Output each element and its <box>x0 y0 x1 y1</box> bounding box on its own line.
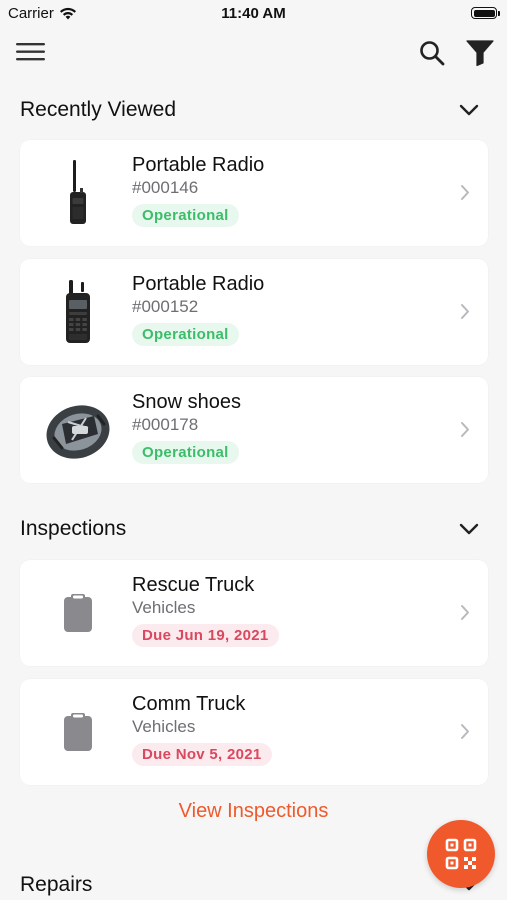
asset-name: Portable Radio <box>132 273 265 295</box>
section-title-inspections: Inspections <box>20 517 127 540</box>
filter-icon[interactable] <box>466 40 494 66</box>
inspection-category: Vehicles <box>132 598 196 617</box>
portable-radio-image <box>66 280 90 343</box>
chevron-right-icon <box>461 605 469 620</box>
chevron-right-icon <box>461 724 469 739</box>
inspection-thumbnail <box>38 692 118 772</box>
snow-shoe-image <box>46 405 110 459</box>
top-nav <box>0 30 507 76</box>
chevron-right-icon <box>461 185 469 200</box>
clipboard-icon <box>64 713 92 751</box>
status-badge: Operational <box>132 441 239 464</box>
status-bar: Carrier 11:40 AM <box>0 0 507 30</box>
asset-name: Portable Radio <box>132 154 265 176</box>
asset-thumbnail <box>38 390 118 470</box>
asset-card[interactable]: Portable Radio #000146 Operational <box>20 140 488 246</box>
scan-qr-button[interactable] <box>427 820 495 888</box>
asset-thumbnail <box>38 153 118 233</box>
asset-thumbnail <box>38 272 118 352</box>
asset-name: Snow shoes <box>132 391 241 413</box>
inspection-name: Rescue Truck <box>132 574 255 596</box>
qr-code-icon <box>445 838 477 870</box>
view-inspections-link[interactable]: View Inspections <box>0 800 507 823</box>
asset-number: #000178 <box>132 415 199 434</box>
repairs-header: Repairs <box>20 870 479 900</box>
chevron-right-icon <box>461 422 469 437</box>
inspection-thumbnail <box>38 573 118 653</box>
battery-level-fill <box>473 9 495 17</box>
status-badge: Operational <box>132 204 239 227</box>
due-date-badge: Due Jun 19, 2021 <box>132 624 279 647</box>
battery-icon <box>471 7 500 19</box>
due-date-badge: Due Nov 5, 2021 <box>132 743 272 766</box>
chevron-right-icon <box>461 304 469 319</box>
portable-radio-image <box>70 160 86 224</box>
section-title-recently-viewed: Recently Viewed <box>20 98 177 121</box>
asset-number: #000152 <box>132 297 199 316</box>
recently-viewed-header: Recently Viewed <box>20 95 479 125</box>
inspection-card[interactable]: Comm Truck Vehicles Due Nov 5, 2021 <box>20 679 488 785</box>
status-badge: Operational <box>132 323 239 346</box>
clipboard-icon <box>64 594 92 632</box>
inspection-category: Vehicles <box>132 717 196 736</box>
chevron-down-icon[interactable] <box>459 523 479 535</box>
chevron-down-icon[interactable] <box>459 104 479 116</box>
inspection-name: Comm Truck <box>132 693 246 715</box>
status-time: 11:40 AM <box>221 5 286 22</box>
inspections-header: Inspections <box>20 514 479 544</box>
asset-card[interactable]: Snow shoes #000178 Operational <box>20 377 488 483</box>
app-screen: Carrier 11:40 AM Recently Viewed Portabl… <box>0 0 507 900</box>
hamburger-menu-icon[interactable] <box>16 42 46 62</box>
search-icon[interactable] <box>419 40 445 66</box>
section-title-repairs: Repairs <box>20 873 93 896</box>
asset-number: #000146 <box>132 178 199 197</box>
asset-card[interactable]: Portable Radio #000152 Operational <box>20 259 488 365</box>
inspection-card[interactable]: Rescue Truck Vehicles Due Jun 19, 2021 <box>20 560 488 666</box>
